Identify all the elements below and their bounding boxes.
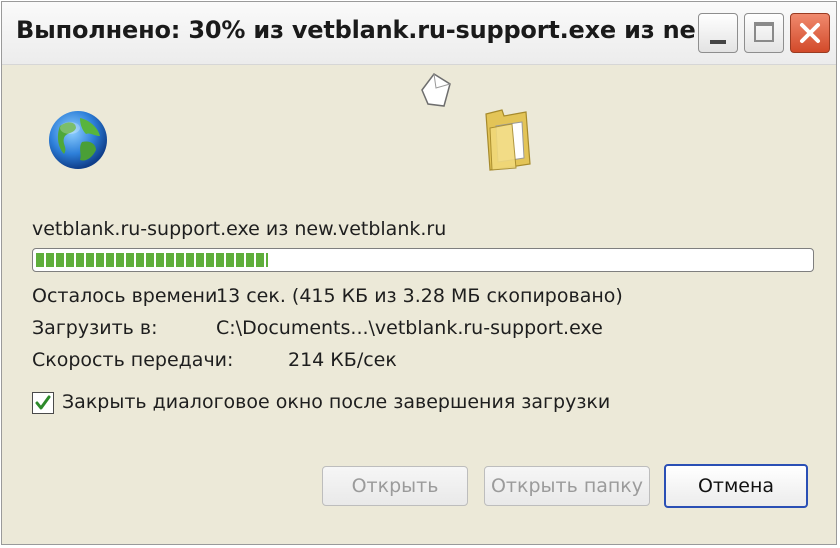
globe-icon [49,111,107,169]
close-icon [800,23,820,43]
maximize-icon [754,22,774,42]
save-to-label: Загрузить в: [32,317,158,339]
speed-value: 214 КБ/сек [288,349,397,371]
open-button[interactable]: Открыть [322,466,468,506]
close-on-complete-label[interactable]: Закрыть диалоговое окно после завершения… [62,391,610,413]
time-left-label: Осталось времени [32,285,218,307]
checkmark-icon [35,395,51,410]
open-folder-button[interactable]: Открыть папку [484,466,650,506]
maximize-button[interactable] [744,13,784,53]
close-on-complete-checkbox[interactable] [32,392,54,414]
progress-fill [36,253,268,267]
minimize-icon [710,40,726,44]
title-bar[interactable]: Выполнено: 30% из vetblank.ru-support.ex… [2,2,836,65]
close-button[interactable] [790,13,830,53]
download-progress-bar [32,248,814,272]
download-dialog: Выполнено: 30% из vetblank.ru-support.ex… [1,1,837,545]
cancel-button[interactable]: Отмена [664,464,808,508]
file-source-line: vetblank.ru-support.exe из new.vetblank.… [32,218,447,240]
speed-label: Скорость передачи: [32,349,234,371]
window-title: Выполнено: 30% из vetblank.ru-support.ex… [16,16,723,44]
flying-document-icon [421,72,451,107]
save-to-path: C:\Documents...\vetblank.ru-support.exe [216,317,603,339]
time-left-value: 13 сек. (415 КБ из 3.28 МБ скопировано) [216,285,623,307]
folder-icon [485,109,531,171]
minimize-button[interactable] [698,13,738,53]
